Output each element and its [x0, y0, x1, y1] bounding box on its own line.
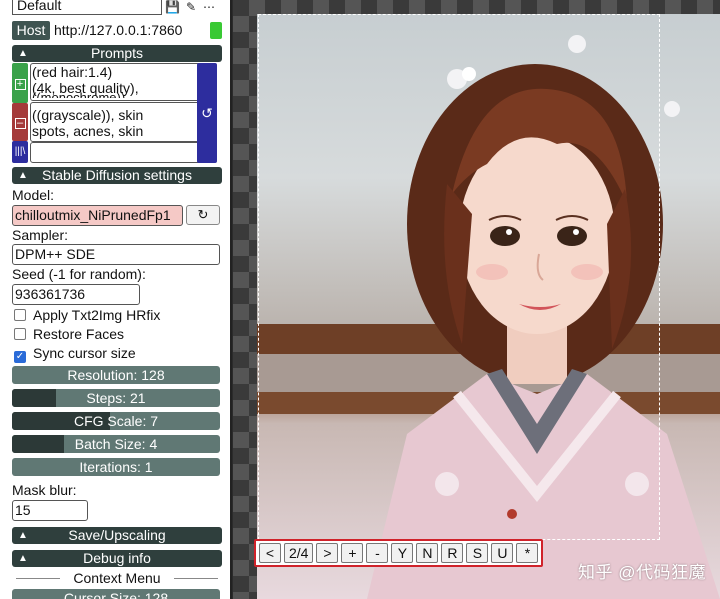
positive-line-1: (red hair:1.4) — [32, 64, 113, 80]
sampler-select[interactable]: DPM++ SDE — [12, 244, 220, 265]
host-status-indicator — [210, 22, 222, 39]
resolution-slider[interactable]: Resolution: 128 — [12, 366, 220, 384]
model-label: Model: — [12, 187, 55, 203]
edit-icon[interactable]: ✎ — [184, 0, 198, 14]
restore-faces-checkbox-row[interactable]: Restore Faces — [14, 325, 124, 343]
hrfix-label: Apply Txt2Img HRfix — [33, 307, 161, 323]
positive-line-3: ((monochrome)), — [32, 92, 207, 98]
sync-cursor-checkbox-row[interactable]: ✓ Sync cursor size — [14, 344, 136, 363]
star-button[interactable]: * — [516, 543, 539, 563]
cfg-scale-label: CFG Scale: 7 — [73, 413, 159, 429]
steps-slider[interactable]: Steps: 21 — [12, 389, 220, 407]
iterations-label: Iterations: 1 — [79, 459, 153, 475]
cursor-size-label: Cursor Size: 128 — [63, 590, 169, 599]
watermark: 知乎 @代码狂魔 — [578, 563, 706, 582]
sd-settings-header-label: Stable Diffusion settings — [42, 167, 192, 183]
add-button[interactable]: + — [341, 543, 364, 563]
retry-button[interactable]: R — [441, 543, 464, 563]
accept-button[interactable]: Y — [391, 543, 414, 563]
seed-input[interactable]: 936361736 — [12, 284, 140, 305]
restore-faces-checkbox[interactable] — [14, 328, 26, 340]
refresh-icon: ↻ — [197, 207, 209, 222]
chevron-up-icon: ▲ — [18, 553, 28, 564]
negative-prompt-input[interactable]: ((grayscale)), skin spots, acnes, skin ▲… — [30, 102, 208, 142]
portrait-illustration — [257, 35, 720, 599]
library-input[interactable] — [30, 142, 208, 163]
reject-button[interactable]: N — [416, 543, 439, 563]
remove-button[interactable]: - — [366, 543, 389, 563]
plus-icon: + — [14, 78, 26, 90]
chevron-up-icon: ▲ — [18, 48, 28, 59]
seed-label: Seed (-1 for random): — [12, 266, 146, 282]
hrfix-checkbox[interactable] — [14, 309, 26, 321]
save-header-label: Save/Upscaling — [68, 527, 166, 543]
history-button[interactable]: ↺ — [197, 63, 217, 163]
restore-faces-label: Restore Faces — [33, 326, 125, 342]
batch-size-label: Batch Size: 4 — [74, 436, 158, 452]
context-menu-divider: Context Menu — [12, 569, 222, 587]
mask-blur-label: Mask blur: — [12, 482, 77, 498]
negative-line-2: spots, acnes, skin — [32, 123, 144, 139]
hrfix-checkbox-row[interactable]: Apply Txt2Img HRfix — [14, 306, 160, 324]
library-icon: |||\ — [14, 146, 26, 157]
more-icon[interactable]: ⋯ — [202, 0, 216, 14]
steps-label: Steps: 21 — [86, 390, 146, 406]
host-row: Host http://127.0.0.1:7860 — [12, 21, 222, 41]
settings-panel: Default 💾 ✎ ⋯ Host http://127.0.0.1:7860… — [0, 0, 232, 599]
save-section-header[interactable]: ▲ Save/Upscaling — [12, 527, 222, 544]
debug-header-label: Debug info — [83, 550, 151, 566]
image-canvas[interactable]: < 2/4 > + - Y N R S U * 知乎 @代码狂魔 — [233, 0, 720, 599]
negative-prompt-button[interactable]: – — [12, 103, 28, 141]
prev-image-button[interactable]: < — [259, 543, 281, 563]
library-button[interactable]: |||\ — [12, 141, 28, 163]
next-image-button[interactable]: > — [316, 543, 339, 563]
negative-line-1: ((grayscale)), skin — [32, 107, 144, 123]
cursor-size-slider[interactable]: Cursor Size: 128 — [12, 589, 220, 599]
model-select[interactable]: chilloutmix_NiPrunedFp1 — [12, 205, 183, 226]
prompts-block: + – |||\ (red hair:1.4) (4k, best qualit… — [12, 63, 217, 163]
positive-prompt-button[interactable]: + — [12, 63, 28, 103]
context-menu-label: Context Menu — [73, 570, 161, 586]
resolution-label: Resolution: 128 — [67, 367, 165, 383]
refresh-models-button[interactable]: ↻ — [186, 205, 220, 225]
host-url-input[interactable]: http://127.0.0.1:7860 — [52, 21, 204, 40]
sync-cursor-checkbox[interactable]: ✓ — [14, 351, 26, 363]
iterations-slider[interactable]: Iterations: 1 — [12, 458, 220, 476]
preset-select[interactable]: Default — [12, 0, 162, 15]
mask-blur-input[interactable]: 15 — [12, 500, 88, 521]
chevron-up-icon: ▲ — [18, 530, 28, 541]
prompts-section-header[interactable]: ▲ Prompts — [12, 45, 222, 62]
history-icon: ↺ — [201, 105, 213, 121]
image-counter: 2/4 — [284, 543, 314, 563]
host-label: Host — [12, 21, 50, 40]
debug-section-header[interactable]: ▲ Debug info — [12, 550, 222, 567]
prompts-header-label: Prompts — [90, 45, 144, 61]
batch-size-slider[interactable]: Batch Size: 4 — [12, 435, 220, 453]
save-image-button[interactable]: S — [466, 543, 489, 563]
positive-prompt-input[interactable]: (red hair:1.4) (4k, best quality), ((mon… — [30, 63, 208, 101]
cfg-scale-slider[interactable]: CFG Scale: 7 — [12, 412, 220, 430]
sampler-label: Sampler: — [12, 227, 69, 243]
preset-row: Default 💾 ✎ ⋯ — [6, 0, 224, 16]
sync-cursor-label: Sync cursor size — [33, 345, 136, 361]
minus-icon: – — [14, 117, 26, 129]
generated-image — [257, 14, 720, 599]
save-icon[interactable]: 💾 — [165, 0, 180, 14]
chevron-up-icon: ▲ — [18, 170, 28, 181]
sd-settings-section-header[interactable]: ▲ Stable Diffusion settings — [12, 167, 222, 184]
image-toolbar: < 2/4 > + - Y N R S U * — [254, 539, 544, 567]
upscale-button[interactable]: U — [491, 543, 514, 563]
